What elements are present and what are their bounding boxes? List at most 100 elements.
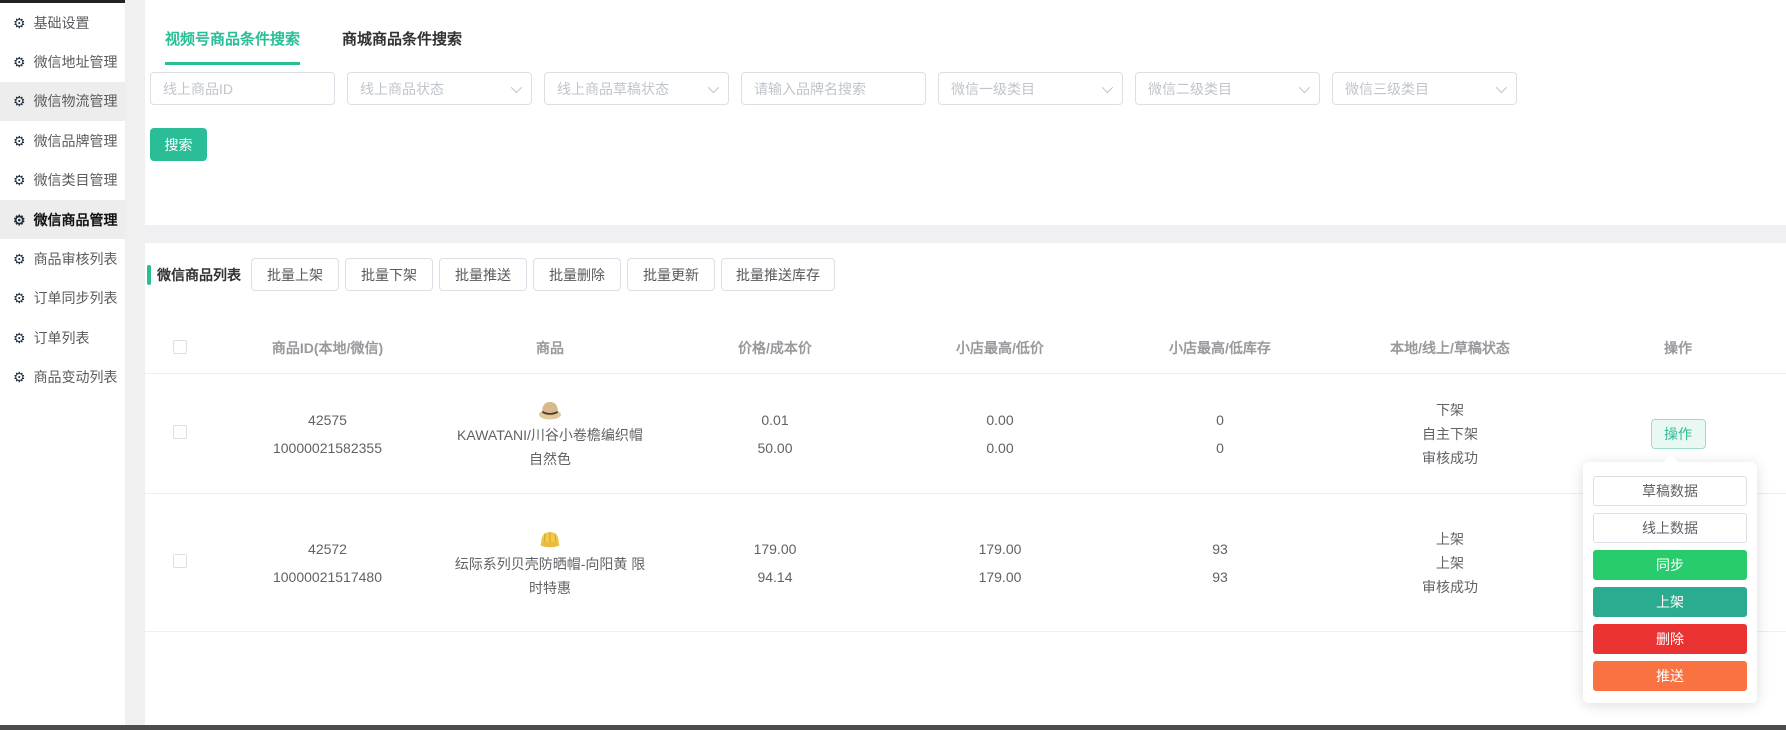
row-select-cell (145, 549, 215, 577)
cost-price-value: 50.00 (757, 439, 793, 456)
list-header: 微信商品列表 批量上架 批量下架 批量推送 批量删除 批量更新 批量推送库存 (145, 258, 841, 291)
wechat-product-id: 10000021517480 (272, 568, 382, 585)
row-checkbox[interactable] (173, 553, 187, 568)
search-panel: 视频号商品条件搜索 商城商品条件搜索 线上商品状态 线上商品草稿状态 微信一级类… (145, 0, 1786, 225)
wechat-category-l2-select[interactable]: 微信二级类目 (1135, 72, 1320, 105)
chevron-down-icon (1495, 81, 1508, 93)
sidebar-item-product-change[interactable]: ⚙ 商品变动列表 (0, 358, 125, 397)
select-all-cell (145, 339, 215, 357)
batch-push-stock-button[interactable]: 批量推送库存 (721, 258, 835, 291)
sidebar-item-wechat-logistics[interactable]: ⚙ 微信物流管理 (0, 81, 125, 122)
batch-update-button[interactable]: 批量更新 (627, 258, 715, 291)
sidebar-item-order-list[interactable]: ⚙ 订单列表 (0, 318, 125, 357)
chevron-down-icon (1101, 81, 1114, 93)
wechat-category-l1-select[interactable]: 微信一级类目 (938, 72, 1123, 105)
menu-item-onshelf[interactable]: 上架 (1593, 587, 1747, 617)
gear-icon: ⚙ (13, 211, 26, 228)
table-body: 42575 10000021582355 KAWATANI/川谷小卷檐编织帽 自… (145, 373, 1786, 632)
sidebar-item-label: 商品审核列表 (33, 251, 118, 268)
shop-stock-cell: 0 0 (1110, 406, 1330, 462)
row-action-button[interactable]: 操作 (1650, 418, 1706, 449)
wechat-category-l3-select[interactable]: 微信三级类目 (1332, 72, 1517, 105)
sidebar-item-wechat-product[interactable]: ⚙ 微信商品管理 (0, 199, 125, 240)
product-cell: KAWATANI/川谷小卷檐编织帽 自然色 (440, 397, 660, 471)
online-status: 上架 (1436, 554, 1464, 571)
column-header-product: 商品 (536, 340, 564, 356)
sidebar-item-wechat-address[interactable]: ⚙ 微信地址管理 (0, 42, 125, 81)
menu-item-online-data[interactable]: 线上数据 (1593, 513, 1747, 543)
tab-mall-product-search[interactable]: 商城商品条件搜索 (342, 28, 462, 65)
product-variant: 自然色 (529, 450, 571, 467)
product-name: KAWATANI/川谷小卷檐编织帽 (457, 426, 643, 443)
draft-status: 审核成功 (1422, 578, 1478, 595)
table-row: 42572 10000021517480 纭际系列贝壳防晒帽-向阳黄 限 时特惠… (145, 493, 1786, 632)
product-image (540, 531, 560, 547)
sidebar-item-label: 微信品牌管理 (33, 132, 118, 149)
product-image (539, 401, 561, 419)
bottom-edge-bar (0, 725, 1786, 730)
product-variant: 时特惠 (529, 579, 571, 596)
column-header-shop-price: 小店最高/低价 (956, 340, 1044, 356)
batch-offshelf-button[interactable]: 批量下架 (345, 258, 433, 291)
shop-min-stock: 93 (1212, 568, 1228, 585)
column-header-product-id: 商品ID(本地/微信) (271, 340, 384, 356)
product-id-cell: 42575 10000021582355 (215, 406, 440, 462)
menu-item-sync[interactable]: 同步 (1593, 550, 1747, 580)
shop-max-stock: 0 (1216, 411, 1224, 428)
shop-max-stock: 93 (1212, 540, 1228, 557)
sidebar-item-product-audit[interactable]: ⚙ 商品审核列表 (0, 239, 125, 278)
sidebar-item-wechat-category[interactable]: ⚙ 微信类目管理 (0, 161, 125, 200)
menu-item-delete[interactable]: 删除 (1593, 624, 1747, 654)
batch-push-button[interactable]: 批量推送 (439, 258, 527, 291)
sidebar-item-wechat-brand[interactable]: ⚙ 微信品牌管理 (0, 121, 125, 160)
row-checkbox[interactable] (173, 424, 187, 439)
shop-max-price: 0.00 (986, 411, 1014, 428)
online-product-id-input[interactable] (150, 72, 335, 105)
chevron-down-icon (510, 81, 523, 93)
gear-icon: ⚙ (13, 369, 26, 386)
filter-row: 线上商品状态 线上商品草稿状态 微信一级类目 微信二级类目 微信三级类目 (150, 72, 1517, 105)
action-cell: 操作 (1570, 418, 1786, 449)
sidebar-item-label: 微信类目管理 (33, 172, 118, 189)
tab-bar: 视频号商品条件搜索 商城商品条件搜索 (165, 28, 504, 65)
price-cell: 179.00 94.14 (660, 535, 890, 591)
sidebar-item-basic-settings[interactable]: ⚙ 基础设置 (0, 3, 125, 42)
batch-onshelf-button[interactable]: 批量上架 (251, 258, 339, 291)
select-all-checkbox[interactable] (173, 339, 187, 354)
cost-price-value: 94.14 (757, 568, 793, 585)
row-select-cell (145, 420, 215, 448)
panel-separator (145, 225, 1786, 243)
status-cell: 下架 自主下架 审核成功 (1330, 398, 1570, 470)
gear-icon: ⚙ (13, 290, 26, 307)
section-marker (147, 264, 151, 285)
menu-item-draft-data[interactable]: 草稿数据 (1593, 476, 1747, 506)
menu-item-push[interactable]: 推送 (1593, 661, 1747, 691)
gear-icon: ⚙ (13, 54, 26, 71)
search-button[interactable]: 搜索 (150, 128, 207, 161)
sidebar-item-label: 微信商品管理 (33, 211, 118, 228)
column-header-shop-stock: 小店最高/低库存 (1169, 340, 1271, 356)
chevron-down-icon (707, 81, 720, 93)
select-placeholder: 线上商品草稿状态 (557, 80, 669, 97)
local-status: 下架 (1436, 401, 1464, 418)
batch-delete-button[interactable]: 批量删除 (533, 258, 621, 291)
wechat-product-id: 10000021582355 (272, 439, 382, 456)
shop-stock-cell: 93 93 (1110, 535, 1330, 591)
tab-video-product-search[interactable]: 视频号商品条件搜索 (165, 28, 301, 65)
list-title: 微信商品列表 (157, 266, 241, 283)
local-product-id: 42575 (308, 411, 347, 428)
sidebar-item-order-sync[interactable]: ⚙ 订单同步列表 (0, 279, 125, 318)
product-id-cell: 42572 10000021517480 (215, 535, 440, 591)
select-placeholder: 微信三级类目 (1345, 80, 1429, 97)
status-cell: 上架 上架 审核成功 (1330, 527, 1570, 599)
online-draft-status-select[interactable]: 线上商品草稿状态 (544, 72, 729, 105)
sidebar-item-label: 商品变动列表 (33, 369, 118, 386)
local-product-id: 42572 (308, 540, 347, 557)
gear-icon: ⚙ (13, 14, 26, 31)
select-placeholder: 微信二级类目 (1148, 80, 1232, 97)
product-name: 纭际系列贝壳防晒帽-向阳黄 限 (454, 555, 646, 572)
gear-icon: ⚙ (13, 132, 26, 149)
brand-search-input[interactable] (741, 72, 926, 105)
price-value: 0.01 (761, 411, 789, 428)
online-product-status-select[interactable]: 线上商品状态 (347, 72, 532, 105)
